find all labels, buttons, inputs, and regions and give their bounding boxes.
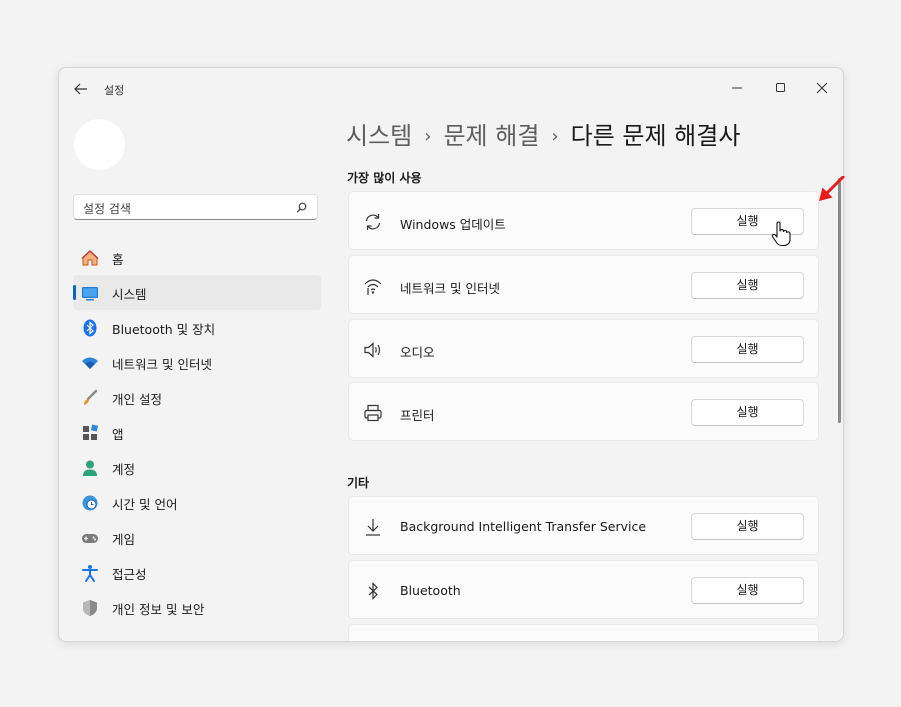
troubleshooter-audio: 오디오 실행: [348, 319, 819, 378]
sidebar-item-apps[interactable]: 앱: [73, 415, 321, 450]
avatar[interactable]: [74, 119, 125, 170]
troubleshooter-label: 네트워크 및 인터넷: [400, 281, 500, 296]
download-icon: [366, 519, 380, 536]
search-box[interactable]: 설정 검색: [73, 194, 318, 220]
printer-icon: [364, 404, 382, 422]
troubleshooter-windows-update: Windows 업데이트 실행: [348, 191, 819, 250]
sidebar-item-label: 계정: [112, 462, 136, 477]
bluetooth-icon: [83, 319, 97, 337]
hand-cursor-icon: [771, 221, 791, 247]
sidebar-item-label: 게임: [112, 532, 136, 547]
breadcrumb-system[interactable]: 시스템: [346, 122, 412, 150]
run-button[interactable]: 실행: [691, 336, 804, 363]
troubleshooter-next-card: [348, 624, 819, 641]
close-button[interactable]: [807, 76, 837, 100]
apps-icon: [83, 424, 99, 440]
breadcrumb-separator: ›: [424, 126, 432, 147]
sidebar-item-accessibility[interactable]: 접근성: [73, 555, 321, 590]
accessibility-icon: [82, 565, 98, 582]
troubleshooter-label: 오디오: [400, 345, 435, 360]
breadcrumb-troubleshoot[interactable]: 문제 해결: [443, 122, 539, 150]
sidebar-item-label: 개인 설정: [112, 392, 162, 407]
sidebar-item-label: Bluetooth 및 장치: [112, 322, 216, 337]
active-indicator: [73, 285, 76, 300]
troubleshooter-label: Background Intelligent Transfer Service: [400, 519, 647, 534]
sidebar-item-bluetooth[interactable]: Bluetooth 및 장치: [73, 310, 321, 345]
network-icon: [364, 279, 382, 295]
wifi-icon: [82, 357, 98, 369]
run-button[interactable]: 실행: [691, 272, 804, 299]
troubleshooter-bluetooth: Bluetooth 실행: [348, 560, 819, 619]
search-icon: [296, 202, 307, 213]
annotation-arrow-icon: [819, 176, 845, 201]
troubleshooter-network: 네트워크 및 인터넷 실행: [348, 255, 819, 314]
sidebar-item-gaming[interactable]: 게임: [73, 520, 321, 555]
sidebar-item-time-language[interactable]: 시간 및 언어: [73, 485, 321, 520]
minimize-button[interactable]: [722, 76, 752, 100]
sidebar-item-home[interactable]: 홈: [73, 240, 321, 275]
sidebar-item-network[interactable]: 네트워크 및 인터넷: [73, 345, 321, 380]
troubleshooter-bits: Background Intelligent Transfer Service …: [348, 496, 819, 555]
back-button[interactable]: [71, 80, 91, 98]
scrollbar-thumb[interactable]: [838, 178, 841, 423]
shield-icon: [83, 600, 97, 616]
sidebar-item-label: 접근성: [112, 567, 147, 582]
sidebar-item-label: 시간 및 언어: [112, 497, 178, 512]
system-icon: [82, 287, 98, 301]
sidebar-item-accounts[interactable]: 계정: [73, 450, 321, 485]
page-title: 다른 문제 해결사: [570, 122, 741, 150]
maximize-icon: [776, 83, 785, 92]
sidebar-nav: 홈 시스템 Bluetooth 및 장치 네트워크 및 인터넷 개인 설정 앱 …: [73, 240, 321, 625]
sidebar-item-privacy[interactable]: 개인 정보 및 보안: [73, 590, 321, 625]
search-input[interactable]: 설정 검색: [83, 200, 131, 217]
maximize-button[interactable]: [766, 76, 796, 100]
minimize-icon: [732, 87, 742, 89]
breadcrumb: 시스템 › 문제 해결 › 다른 문제 해결사: [346, 116, 740, 151]
sidebar-item-label: 네트워크 및 인터넷: [112, 357, 212, 372]
settings-window: 설정 설정 검색 홈 시스템 Bluetooth 및 장치 네트워크 및 인터넷…: [58, 67, 844, 642]
close-icon: [816, 82, 828, 94]
sidebar-item-label: 시스템: [112, 287, 147, 302]
title-bar: 설정: [59, 68, 843, 110]
sidebar-item-personalization[interactable]: 개인 설정: [73, 380, 321, 415]
bluetooth-outline-icon: [368, 582, 378, 600]
account-icon: [83, 460, 97, 476]
section-title-most-used: 가장 많이 사용: [347, 171, 422, 185]
gamepad-icon: [82, 534, 98, 543]
run-button[interactable]: 실행: [691, 399, 804, 426]
section-title-other: 기타: [347, 476, 370, 490]
window-title: 설정: [104, 84, 125, 97]
sidebar-item-system[interactable]: 시스템: [73, 275, 321, 310]
troubleshooter-printer: 프린터 실행: [348, 382, 819, 441]
run-button[interactable]: 실행: [691, 577, 804, 604]
globe-clock-icon: [82, 495, 98, 511]
sidebar-item-label: 홈: [112, 252, 124, 267]
refresh-icon: [365, 214, 381, 230]
brush-icon: [84, 389, 98, 405]
speaker-icon: [364, 342, 381, 358]
sidebar-item-label: 개인 정보 및 보안: [112, 602, 205, 617]
troubleshooter-label: Bluetooth: [400, 583, 461, 598]
sidebar-item-label: 앱: [112, 427, 124, 442]
troubleshooter-label: Windows 업데이트: [400, 217, 506, 232]
breadcrumb-separator: ›: [551, 126, 559, 147]
home-icon: [81, 250, 99, 266]
back-arrow-icon: [74, 83, 87, 95]
troubleshooter-label: 프린터: [400, 408, 435, 423]
run-button[interactable]: 실행: [691, 513, 804, 540]
